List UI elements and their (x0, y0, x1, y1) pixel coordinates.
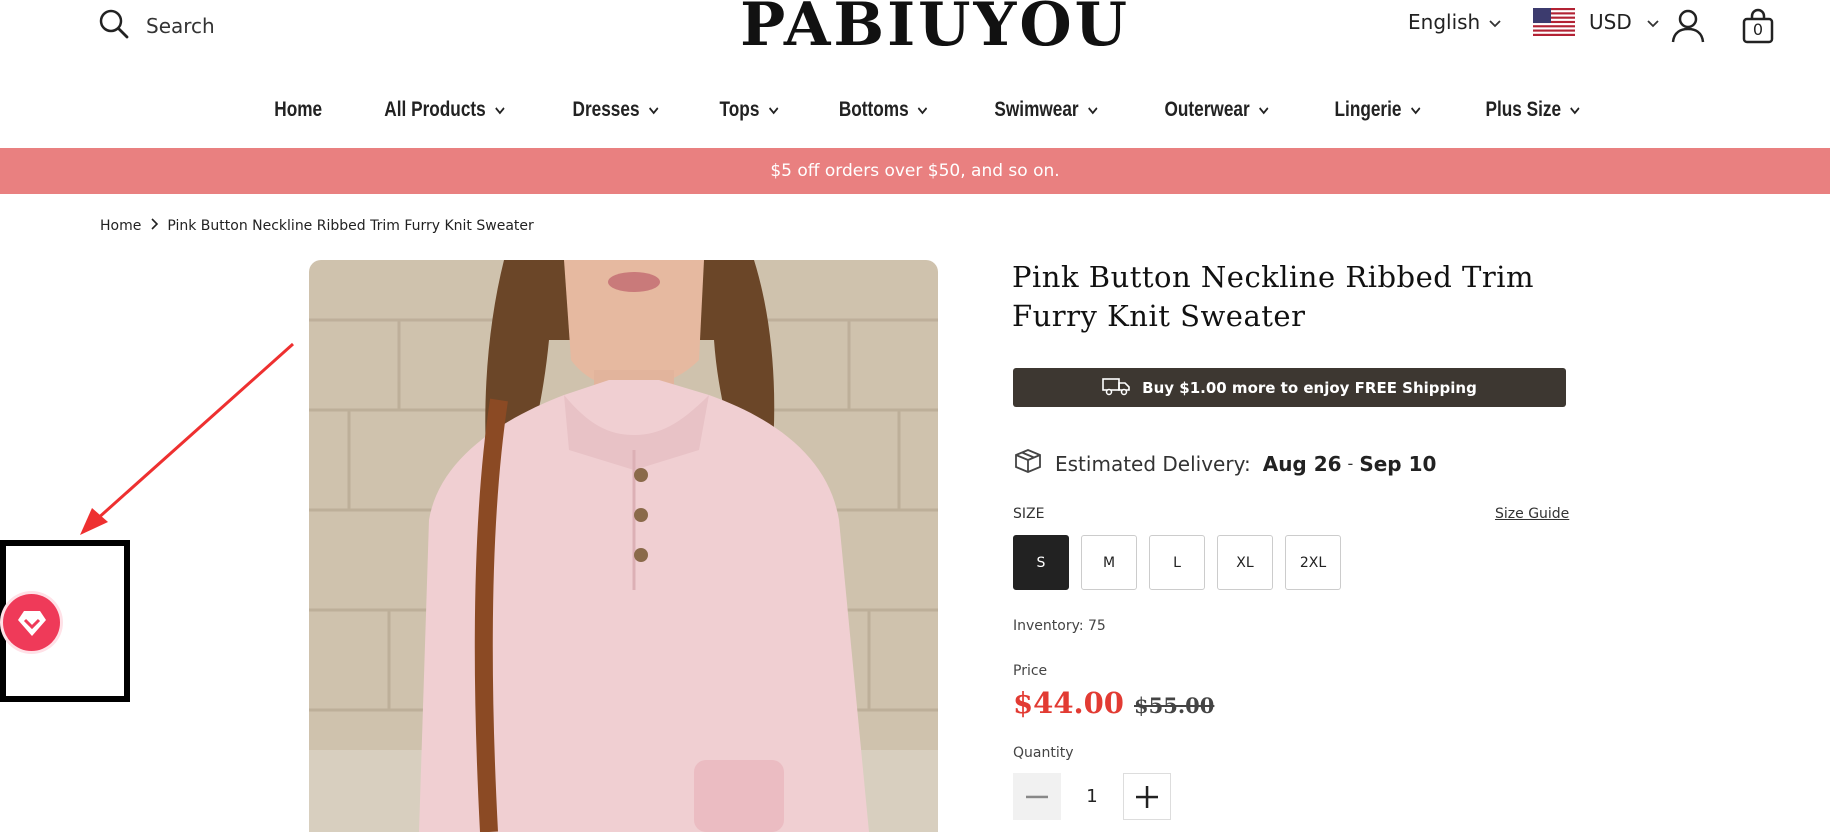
chevron-down-icon (1086, 98, 1097, 122)
sale-price: $44.00 (1013, 686, 1124, 720)
price-label: Price (1013, 663, 1048, 679)
nav-item-plus-size[interactable]: Plus Size (1485, 98, 1580, 122)
package-icon (1013, 448, 1043, 479)
cart-count: 0 (1752, 20, 1764, 39)
chevron-down-icon (1569, 98, 1580, 122)
quantity-stepper: 1 (1013, 773, 1171, 820)
delivery-from: Aug 26 (1262, 451, 1342, 476)
free-shipping-banner: Buy $1.00 more to enjoy FREE Shipping (1013, 368, 1566, 407)
product-title: Pink Button Neckline Ribbed Trim Furry K… (1012, 260, 1535, 333)
language-selector[interactable]: English (1408, 10, 1502, 34)
delivery-dash: - (1347, 454, 1354, 473)
quantity-decrease-button[interactable] (1013, 773, 1061, 820)
user-icon (1671, 9, 1705, 43)
chevron-down-icon (648, 98, 659, 122)
account-button[interactable] (1670, 8, 1706, 48)
chevron-down-icon (767, 98, 778, 122)
chevron-down-icon (1488, 10, 1502, 34)
nav-item-lingerie[interactable]: Lingerie (1335, 98, 1422, 122)
nav-item-all-products[interactable]: All Products (385, 98, 506, 122)
size-option-2xl[interactable]: 2XL (1285, 535, 1341, 590)
size-guide-link[interactable]: Size Guide (1495, 506, 1569, 522)
nav-item-label: Bottoms (839, 98, 910, 121)
rewards-badge[interactable] (3, 594, 60, 651)
chevron-down-icon (1410, 98, 1421, 122)
annotation-arrow (80, 342, 294, 535)
chevron-down-icon (1258, 98, 1269, 122)
nav-item-label: All Products (384, 98, 487, 121)
currency-selector[interactable]: USD (1533, 8, 1660, 36)
quantity-label: Quantity (1013, 745, 1074, 761)
nav-item-outerwear[interactable]: Outerwear (1165, 98, 1270, 122)
size-option-m[interactable]: M (1081, 535, 1137, 590)
size-options: S M L XL 2XL (1013, 535, 1341, 590)
chevron-down-icon (1646, 10, 1660, 34)
minus-icon (1026, 795, 1048, 798)
quantity-input[interactable]: 1 (1061, 786, 1123, 807)
nav-item-swimwear[interactable]: Swimwear (994, 98, 1098, 122)
chevron-down-icon (494, 98, 505, 122)
nav-item-dresses[interactable]: Dresses (573, 98, 660, 122)
nav-item-label: Tops (719, 98, 760, 121)
inventory-count: Inventory: 75 (1013, 618, 1106, 634)
diamond-heart-icon (17, 610, 46, 636)
nav-item-label: Outerwear (1164, 98, 1250, 121)
delivery-label: Estimated Delivery (1055, 451, 1244, 476)
delivery-to: Sep 10 (1359, 451, 1437, 476)
nav-item-bottoms[interactable]: Bottoms (839, 98, 929, 122)
delivery-separator: : (1243, 451, 1251, 476)
price-block: $44.00 $55.00 (1013, 686, 1214, 720)
nav-item-label: Plus Size (1485, 98, 1561, 121)
product-image[interactable] (309, 260, 938, 832)
size-option-s[interactable]: S (1013, 535, 1069, 590)
estimated-delivery: Estimated Delivery: Aug 26 - Sep 10 (1013, 448, 1436, 479)
language-label: English (1408, 10, 1481, 34)
plus-icon (1136, 785, 1158, 808)
truck-icon (1102, 376, 1130, 400)
size-label: SIZE (1013, 506, 1045, 522)
nav-item-label: Dresses (572, 98, 640, 121)
quantity-increase-button[interactable] (1123, 773, 1171, 820)
nav-item-label: Lingerie (1334, 98, 1402, 121)
currency-label: USD (1589, 10, 1632, 34)
us-flag-icon (1533, 8, 1575, 36)
cart-button[interactable]: 0 (1741, 8, 1775, 48)
nav-item-tops[interactable]: Tops (719, 98, 779, 122)
compare-price: $55.00 (1134, 693, 1215, 718)
nav-item-label: Swimwear (993, 98, 1079, 121)
chevron-down-icon (917, 98, 928, 122)
size-option-l[interactable]: L (1149, 535, 1205, 590)
shipping-banner-text: Buy $1.00 more to enjoy FREE Shipping (1142, 378, 1477, 397)
size-option-xl[interactable]: XL (1217, 535, 1273, 590)
